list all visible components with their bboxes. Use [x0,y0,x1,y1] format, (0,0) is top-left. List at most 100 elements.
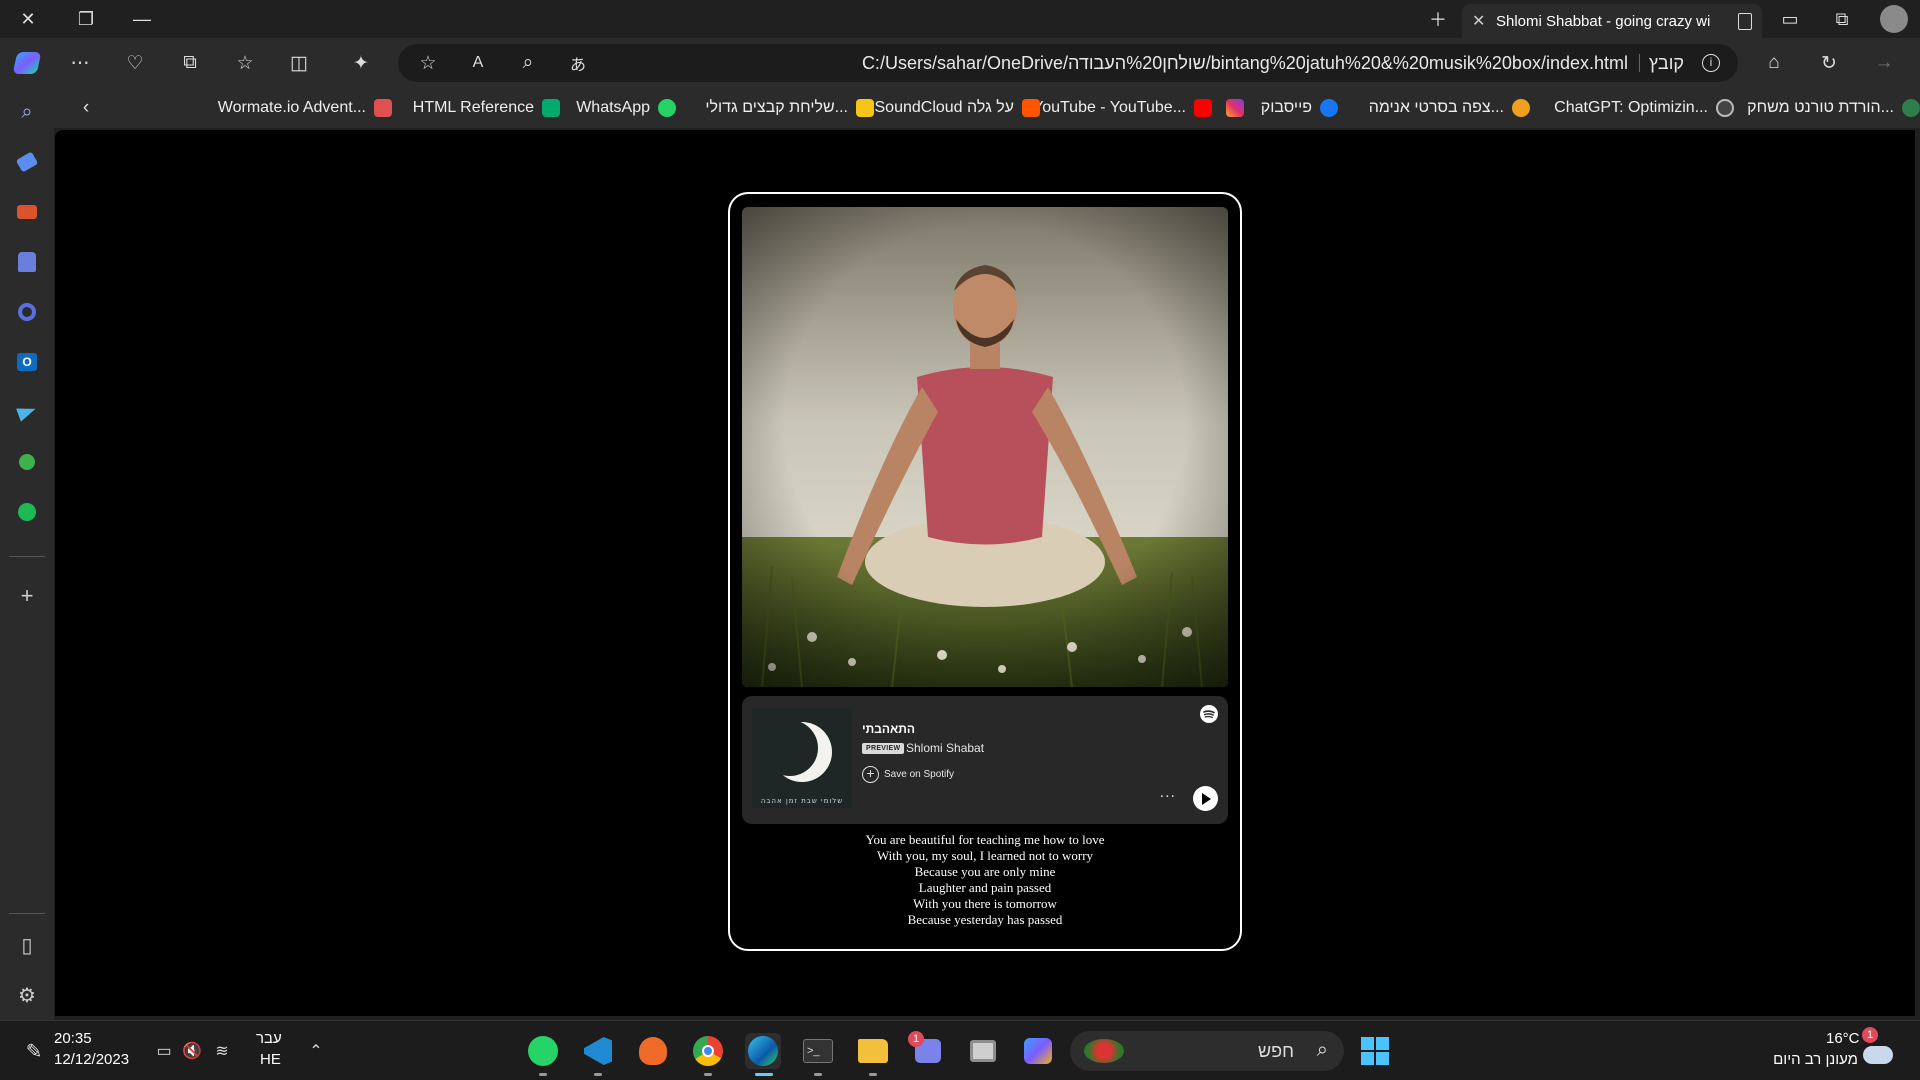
lyric-line: Because yesterday has passed [907,912,1063,927]
home-icon[interactable]: ⌂ [1758,47,1790,79]
fav-item[interactable]: הורדת טורנט משחק... [1747,88,1920,128]
profile-avatar[interactable] [1872,0,1916,38]
task-view-icon[interactable] [965,1033,1001,1069]
games-icon[interactable] [13,248,41,276]
file-explorer-taskbar-icon[interactable] [855,1033,891,1069]
add-sidebar-app-icon[interactable]: + [13,582,41,610]
refresh-icon[interactable]: ↻ [1813,47,1845,79]
edge-taskbar-icon[interactable] [745,1033,781,1069]
fav-item[interactable]: ChatGPT: Optimizin... [1554,88,1734,128]
collections-tab-icon[interactable]: ⧉ [1820,0,1864,38]
close-tab-icon[interactable]: ✕ [1472,11,1488,31]
chevron-up-icon[interactable]: ⌃ [298,1033,334,1069]
favicon-icon [374,99,392,117]
sidebar-collapse-chevron-icon[interactable]: ‹ [70,92,102,124]
browser-essentials-icon[interactable]: ♡ [119,47,151,79]
split-screen-icon[interactable]: ◫ [283,47,315,79]
windows-start-icon[interactable] [1357,1033,1393,1069]
extensions-icon[interactable]: ✦ [345,47,377,79]
artist-photo [742,207,1228,687]
search-icon[interactable]: ⌕ [13,98,41,126]
lyric-line: You are beautiful for teaching me how to… [865,832,1105,847]
fav-item[interactable] [1218,88,1244,128]
address-bar[interactable]: ☆ A ⌕ あ C:/Users/sahar/OneDrive/שולחן%20… [398,44,1738,82]
track-title[interactable]: התאהבתי [862,722,915,736]
outlook-icon[interactable]: O [13,348,41,376]
site-info-icon[interactable]: i [1702,54,1720,72]
search-icon: ⌕ [1316,1039,1328,1061]
sidebar-divider [9,556,45,557]
fav-item[interactable]: צפה בסרטי אנימה... [1369,88,1530,128]
running-indicator [869,1073,877,1076]
fav-item[interactable]: SoundCloud על גלה [875,88,1040,128]
tree-icon[interactable] [13,448,41,476]
collections-icon[interactable]: ⧉ [174,47,206,79]
spotify-embed-player[interactable]: שלומי שבת זמן אהבה התאהבתי PREVIEW Shlom… [742,696,1228,824]
spotify-logo-icon[interactable] [1200,705,1218,723]
copilot-icon[interactable] [11,47,43,79]
translate-icon[interactable]: あ [562,47,594,79]
fav-item[interactable]: שליחת קבצים גדולי... [705,88,874,128]
fav-item[interactable]: פייסבוק [1261,88,1338,128]
new-tab-icon[interactable]: ＋ [1416,0,1460,38]
input-language-top[interactable]: עבר [256,1030,282,1047]
microsoft-365-icon[interactable] [13,298,41,326]
weather-desc[interactable]: מעונן רב היום [1773,1051,1858,1068]
read-aloud-icon[interactable]: A [462,47,494,79]
zoom-icon[interactable]: ⌕ [512,47,544,79]
close-window-icon[interactable]: ✕ [6,0,50,38]
favicon-icon [542,99,560,117]
running-indicator [594,1073,602,1076]
fav-item[interactable]: HTML Reference [413,88,560,128]
vscode-taskbar-icon[interactable] [580,1033,616,1069]
more-options-icon[interactable]: ⋯ [64,47,96,79]
search-placeholder: חפש [1258,1041,1294,1061]
fav-item[interactable]: WhatsApp [576,88,676,128]
brave-taskbar-icon[interactable] [635,1033,671,1069]
windows-taskbar: ✎ 20:35 12/12/2023 ▭ 🔇 ≋ עבר HE ⌃ >_ 1 ח… [0,1020,1920,1080]
wifi-icon[interactable]: ≋ [204,1033,240,1069]
fav-item[interactable]: Wormate.io Advent... [218,88,392,128]
preview-badge: PREVIEW [862,743,905,754]
shopping-icon[interactable] [13,148,41,176]
favorites-list-icon[interactable]: ☆ [229,47,261,79]
minimize-window-icon[interactable]: — [120,0,164,38]
chrome-taskbar-icon[interactable] [690,1033,726,1069]
artist-name[interactable]: Shlomi Shabat [906,741,984,755]
terminal-taskbar-icon[interactable]: >_ [800,1033,836,1069]
running-indicator-active [755,1073,773,1076]
lyric-line: With you, my soul, I learned not to worr… [876,848,1094,863]
save-label: Save on Spotify [884,769,955,780]
tools-icon[interactable] [13,198,41,226]
chat-bubble-icon[interactable]: ✎ [16,1033,52,1069]
clock-date[interactable]: 12/12/2023 [54,1051,129,1068]
weather-temp[interactable]: 16°C [1826,1030,1860,1047]
more-options-button[interactable]: ... [1160,784,1176,802]
input-language-bottom[interactable]: HE [260,1051,281,1068]
album-cover: שלומי שבת זמן אהבה [752,708,852,808]
lyric-line: Laughter and pain passed [918,880,1052,895]
album-cover-caption: שלומי שבת זמן אהבה [760,797,844,805]
tab-active[interactable]: ✕ Shlomi Shabbat - going crazy wi [1462,4,1762,38]
search-highlight-icon [1084,1039,1124,1063]
whatsapp-taskbar-icon[interactable] [525,1033,561,1069]
favicon-icon [658,99,676,117]
taskbar-search-box[interactable]: חפש ⌕ [1070,1031,1344,1071]
restore-window-icon[interactable]: ❐ [64,0,108,38]
fav-item[interactable]: YouTube - YouTube... [1033,88,1212,128]
settings-gear-icon[interactable]: ⚙ [13,981,41,1009]
play-button[interactable] [1193,786,1218,811]
fav-label: ChatGPT: Optimizin... [1554,99,1708,116]
spotify-sidebar-icon[interactable] [13,498,41,526]
clock-time[interactable]: 20:35 [54,1030,92,1047]
telegram-icon[interactable] [13,398,41,426]
favicon-icon [1226,99,1244,117]
hide-sidebar-icon[interactable]: ▯ [13,931,41,959]
url-text[interactable]: C:/Users/sahar/OneDrive/שולחן%20העבודה/b… [862,44,1628,82]
forward-icon[interactable]: → [1868,47,1900,79]
add-favorite-icon[interactable]: ☆ [412,47,444,79]
lyric-line: Because you are only mine [914,864,1056,879]
save-on-spotify-button[interactable]: + Save on Spotify [862,766,954,783]
copilot-preview-taskbar-icon[interactable] [1020,1033,1056,1069]
workspaces-icon[interactable]: ▭ [1768,0,1812,38]
